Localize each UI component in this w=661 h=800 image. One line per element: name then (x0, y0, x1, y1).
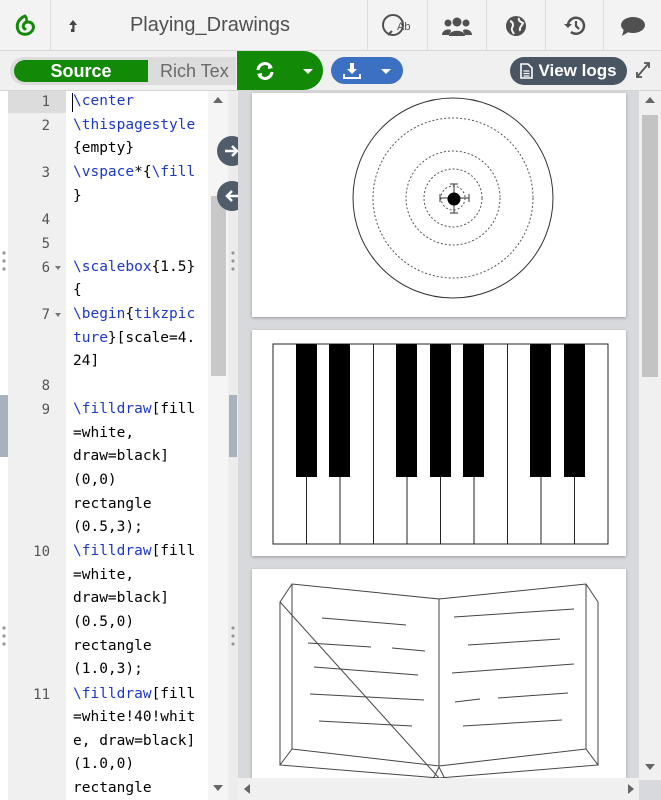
pdf-preview[interactable] (238, 91, 661, 800)
code-text: 24] (73, 353, 100, 369)
line-number: 8 (41, 378, 50, 394)
scroll-up-icon[interactable] (645, 97, 655, 103)
chat-icon[interactable] (604, 0, 661, 51)
project-title[interactable]: Playing_Drawings (100, 0, 320, 51)
top-bar: Playing_Drawings Ab (0, 0, 661, 51)
scroll-right-icon[interactable] (628, 784, 634, 794)
editor-toolbar: Source Rich Tex View logs (0, 51, 661, 91)
file-text-icon (520, 63, 534, 79)
target-drawing (352, 97, 554, 299)
code-text: draw=black] (73, 590, 170, 606)
scroll-down-icon[interactable] (645, 764, 655, 770)
file-tree-toggle-handle[interactable] (0, 395, 8, 457)
code-text: (0.5,0) (73, 614, 135, 630)
view-logs-label: View logs (538, 61, 617, 80)
history-icon[interactable] (546, 0, 603, 51)
code-text: (0,0) (73, 472, 117, 488)
fold-toggle-icon[interactable] (55, 266, 61, 270)
fold-toggle-icon[interactable] (55, 313, 61, 317)
code-text: rectangle (73, 496, 152, 512)
line-number: 9 (41, 402, 50, 418)
scroll-up-icon[interactable] (213, 97, 223, 103)
pdf-pane-toggle-handle[interactable] (229, 395, 237, 457)
line-number: 1 (41, 94, 50, 110)
line-number: 5 (41, 236, 50, 252)
code-text: \vspace*{\fill (73, 164, 196, 180)
code-text: =white, (73, 425, 135, 441)
preview-horizontal-scrollbar[interactable] (238, 778, 639, 800)
code-text: \filldraw[fill (73, 401, 196, 417)
line-number: 2 (41, 118, 50, 134)
chevron-down-icon[interactable] (381, 69, 391, 74)
code-text: \thispagestyle (73, 117, 196, 133)
line-number: 11 (33, 687, 50, 703)
chevron-down-icon[interactable] (303, 69, 313, 74)
code-text: e, draw=black] (73, 733, 196, 749)
expand-icon[interactable] (634, 60, 652, 80)
code-text: (1.0,0) (73, 756, 135, 772)
pdf-page (252, 330, 626, 556)
source-tab[interactable]: Source (14, 60, 148, 82)
refresh-icon (256, 62, 274, 80)
code-text: =white, (73, 567, 135, 583)
code-text: ture}[scale=4. (73, 330, 196, 346)
code-text: {empty} (73, 140, 135, 156)
download-icon (343, 63, 361, 79)
code-text: rectangle (73, 780, 152, 796)
code-text: \filldraw[fill (73, 543, 196, 559)
piano-keyboard-drawing (272, 343, 609, 545)
code-text: \filldraw[fill (73, 686, 196, 702)
download-pdf-button[interactable] (331, 57, 403, 84)
view-logs-button[interactable]: View logs (510, 57, 627, 85)
rich-text-tab[interactable]: Rich Tex (160, 57, 229, 85)
code-text: rectangle (73, 638, 152, 654)
code-text: { (73, 282, 82, 298)
code-editor[interactable]: 1 2 3 4 5 6 7 8 9 10 11 \center \thispag… (0, 91, 228, 800)
line-number: 7 (41, 307, 50, 323)
recompile-button[interactable] (237, 51, 323, 90)
resize-grip-icon[interactable] (231, 250, 235, 272)
code-text: \center (73, 93, 135, 109)
resize-grip-icon[interactable] (2, 250, 6, 272)
editor-mode-toggle: Source Rich Tex (10, 57, 236, 85)
svg-text:Ab: Ab (397, 21, 410, 33)
pdf-page (252, 569, 626, 800)
line-number: 6 (41, 260, 50, 276)
line-number: 4 (41, 212, 50, 228)
users-icon[interactable] (428, 0, 486, 51)
code-text: \scalebox{1.5} (73, 259, 196, 275)
code-text: } (73, 188, 82, 204)
editor-scrollbar-thumb[interactable] (211, 196, 226, 376)
scroll-down-icon[interactable] (213, 785, 223, 791)
upload-arrow-icon[interactable] (51, 0, 95, 51)
line-number: 3 (41, 165, 50, 181)
code-text: =white!40!whit (73, 709, 196, 725)
code-text: (0.5,3); (73, 519, 143, 535)
code-text: (1.0,3); (73, 661, 143, 677)
resize-grip-icon[interactable] (2, 625, 6, 647)
overleaf-logo-icon[interactable] (0, 0, 50, 51)
preview-scrollbar-thumb[interactable] (642, 115, 658, 377)
code-text: draw=black] (73, 448, 170, 464)
scroll-left-icon[interactable] (244, 784, 250, 794)
globe-icon[interactable] (487, 0, 545, 51)
open-book-drawing (279, 583, 599, 782)
line-number: 10 (33, 544, 50, 560)
resize-grip-icon[interactable] (231, 625, 235, 647)
pdf-page (252, 93, 626, 317)
spellcheck-icon[interactable]: Ab (368, 0, 427, 51)
code-text: \begin{tikzpic (73, 306, 196, 322)
